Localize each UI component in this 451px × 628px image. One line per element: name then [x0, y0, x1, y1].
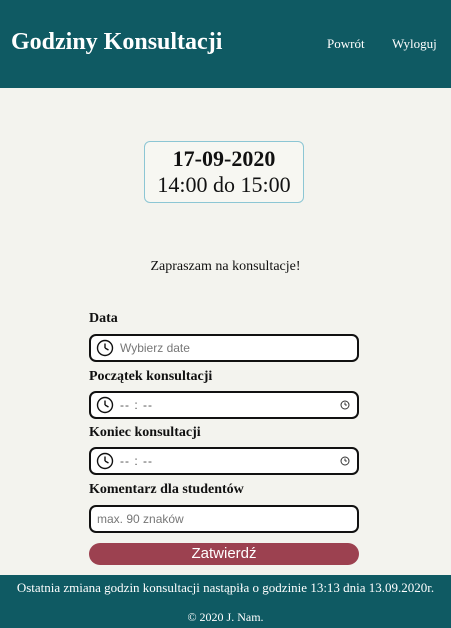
consultation-hours: 14:00 do 15:00	[157, 172, 291, 197]
comment-placeholder: max. 90 znaków	[97, 512, 184, 526]
clock-icon	[96, 339, 114, 357]
consultation-date: 17-09-2020	[172, 146, 276, 171]
time-picker-icon[interactable]	[340, 400, 350, 410]
footer: Ostatnia zmiana godzin konsultacji nastą…	[0, 575, 451, 628]
comment-label: Komentarz dla studentów	[89, 482, 244, 497]
page-title: Godziny Konsultacji	[11, 29, 223, 55]
clock-icon	[96, 452, 114, 470]
end-time-value: -- : --	[120, 454, 153, 468]
date-field[interactable]: Wybierz date	[89, 334, 359, 362]
last-change-note: Ostatnia zmiana godzin konsultacji nastą…	[16, 580, 435, 595]
nav-back-link[interactable]: Powrót	[327, 36, 365, 52]
nav-logout-link[interactable]: Wyloguj	[392, 36, 437, 52]
start-time-field[interactable]: -- : --	[89, 391, 359, 419]
start-label: Początek konsultacji	[89, 369, 213, 384]
comment-input[interactable]: max. 90 znaków	[89, 505, 359, 533]
header: Godziny Konsultacji Powrót Wyloguj	[0, 0, 451, 88]
consultation-summary: 17-09-2020 14:00 do 15:00	[144, 141, 304, 203]
end-label: Koniec konsultacji	[89, 425, 201, 440]
start-time-value: -- : --	[120, 398, 153, 412]
invite-text: Zapraszam na konsultacje!	[150, 259, 301, 274]
clock-icon	[96, 396, 114, 414]
date-label: Data	[89, 311, 118, 326]
end-time-field[interactable]: -- : --	[89, 447, 359, 475]
submit-button[interactable]: Zatwierdź	[89, 543, 359, 565]
date-placeholder: Wybierz date	[120, 341, 190, 355]
copyright: © 2020 J. Nam.	[187, 610, 264, 624]
time-picker-icon[interactable]	[340, 456, 350, 466]
